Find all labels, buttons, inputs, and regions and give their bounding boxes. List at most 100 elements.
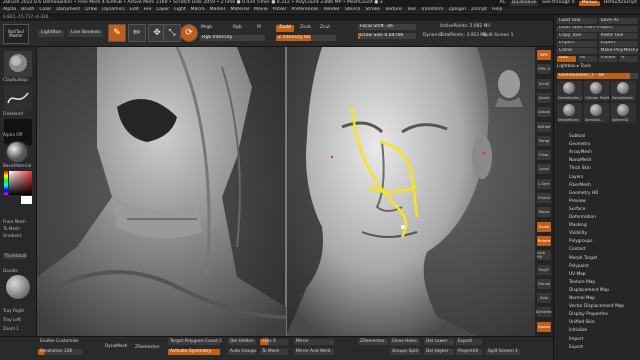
menu-light[interactable]: Light [174, 8, 185, 13]
subpalette-display-properties[interactable]: Display Properties [569, 312, 608, 317]
subpalette-displacement-map[interactable]: Displacement Map [569, 288, 609, 293]
zsub-toggle[interactable]: Zsub [300, 25, 311, 30]
shelf-actual-button[interactable]: Actual [537, 107, 551, 118]
tray-right-button[interactable]: Tray Right [3, 308, 24, 313]
tray-clone-button[interactable]: Clone [557, 48, 597, 54]
zadd-toggle[interactable]: Zadd [276, 25, 294, 32]
menu-alpha[interactable]: Alpha [3, 8, 16, 13]
subpalette-contact[interactable]: Contact [569, 248, 586, 253]
menu-document[interactable]: Document [56, 8, 80, 13]
material-selector[interactable] [4, 141, 30, 163]
tray-left-button[interactable]: Tray Left [3, 317, 21, 322]
zcut-toggle[interactable]: Zcut [320, 25, 330, 30]
zremesher-small-button[interactable]: ZRemesher [358, 339, 388, 345]
menu-stroke[interactable]: Stroke [365, 8, 380, 13]
tray-tool-thumbnail[interactable]: Cylinder PolyMesh [584, 81, 609, 101]
groups-split-button[interactable]: Groups Split [390, 349, 420, 355]
project-all-button[interactable]: ProjectAll [456, 349, 482, 355]
menu-dynamics[interactable]: Dynamics [102, 8, 125, 13]
subpalette-import[interactable]: Import [569, 337, 583, 342]
zoom-button[interactable]: Zoom 1 [3, 326, 19, 331]
menu-preferences[interactable]: Preferences [291, 8, 318, 13]
del-lower-button[interactable]: Del Lower [424, 339, 454, 345]
tray-goz-button[interactable]: GoZ [557, 55, 576, 62]
shelf-xpose-button[interactable]: Xpose [537, 321, 551, 332]
rgb-intensity-slider[interactable]: Rgb Intensity [200, 35, 265, 41]
quicksave-button[interactable]: QuickSave [509, 1, 539, 6]
lightbox-button[interactable]: LightBox [38, 30, 65, 37]
tray-import-button[interactable]: Import [557, 40, 597, 47]
menu-stencil[interactable]: Stencil [345, 8, 361, 13]
scale-button[interactable]: ⤡ [163, 24, 181, 42]
subpalette-fibermesh[interactable]: FiberMesh [569, 183, 591, 188]
subpalette-vector-displacement-map[interactable]: Vector Displacement Map [569, 304, 624, 309]
mrgb-toggle[interactable]: Mrgb [201, 25, 212, 30]
split-screen-slider[interactable]: Split Screen 1 [483, 33, 513, 38]
from-mesh-label[interactable]: From Mesh [3, 219, 26, 224]
menu-marker[interactable]: Marker [210, 8, 226, 13]
focal-shift-slider[interactable]: Focal Shift -36 [358, 24, 416, 30]
menu-texture[interactable]: Texture [385, 8, 402, 13]
shelf-persp-button[interactable]: Persp [537, 135, 551, 146]
zremesher-button[interactable]: ZRemesher [133, 345, 162, 351]
menu-help[interactable]: Help [492, 8, 502, 13]
split-screen-bottom-slider[interactable]: Split Screen 1 [486, 349, 520, 355]
subpalette-normal-map[interactable]: Normal Map [569, 296, 595, 301]
shelf-spix-3-button[interactable]: SPix 3 [537, 64, 551, 75]
close-holes-button[interactable]: Close Holes [390, 339, 420, 345]
subpalette-geometry[interactable]: Geometry [569, 142, 590, 147]
subpalette-thick-skin[interactable]: Thick Skin [569, 167, 591, 172]
shelf-line-fill-button[interactable]: Line Fill [537, 250, 551, 261]
shelf-frame-button[interactable]: Frame [537, 193, 551, 203]
subpalette-nanomesh[interactable]: NanoMesh [569, 158, 592, 163]
shelf-polyf-button[interactable]: PolyF [537, 264, 551, 275]
shelf-rotate-button[interactable]: Rotate [537, 235, 551, 246]
tool-thumbnail[interactable]: BoltTool Master [3, 24, 29, 44]
subpalette-geometry-hd[interactable]: Geometry HD [569, 191, 598, 196]
menu-tool[interactable]: Tool [407, 8, 416, 13]
thumbnail-button[interactable]: Thumbnail [3, 253, 28, 260]
shelf-scale-button[interactable]: Scale [537, 221, 551, 232]
tray-tool-thumbnail[interactable]: DemoSol... [584, 103, 609, 123]
activate-symmetry-button[interactable]: Activate Symmetry [168, 349, 220, 355]
subpalette-polygroups[interactable]: Polygroups [569, 239, 593, 244]
shelf-bpr-button[interactable]: BPR [537, 50, 551, 60]
tray-visible-button[interactable]: Visible [598, 55, 618, 62]
color-picker[interactable] [4, 171, 34, 205]
menu-edit[interactable]: Edit [130, 8, 139, 13]
rotate-button[interactable]: ⟳ [180, 24, 198, 42]
tray-lightbox-tools[interactable]: Lightbox ▸ Tools [557, 64, 591, 69]
to-mesh-label[interactable]: To Mesh [3, 226, 20, 231]
subpalette-deformation[interactable]: Deformation [569, 215, 596, 220]
tray-load-tool-button[interactable]: Load Tool [557, 18, 597, 24]
menu-macro[interactable]: Macro [191, 8, 205, 13]
menu-draw[interactable]: Draw [85, 8, 97, 13]
edit-button[interactable]: ✎ [108, 24, 126, 42]
tray-tool-thumbnail[interactable]: SimpleBrush [557, 103, 582, 123]
viewport-canvas[interactable] [37, 47, 535, 336]
shelf-zoom-button[interactable]: Zoom [537, 92, 551, 103]
menu-zplugin[interactable]: Zplugin [449, 8, 466, 13]
shelf-dynamic-button[interactable]: Dynamic [536, 307, 552, 318]
subpalette-texture-map[interactable]: Texture Map [569, 280, 595, 285]
tray-tool-thumbnail[interactable]: DemoSoldier_1 [557, 81, 582, 101]
menu-zscript[interactable]: Zscript [471, 8, 487, 13]
draw-size-slider[interactable]: Draw Size 0.64706 [358, 33, 416, 39]
subpalette-export[interactable]: Export [569, 345, 583, 350]
menu-transform[interactable]: Transform [421, 8, 444, 13]
subpalette-preview[interactable]: Preview [569, 199, 586, 204]
ac-button[interactable]: AC [500, 1, 506, 6]
tray-make-polymesh3d-button[interactable]: Make PolyMesh3D [598, 48, 638, 54]
mirror-and-weld-button[interactable]: Mirror And Weld [294, 349, 334, 355]
subpalette-subtool[interactable]: Subtool [569, 134, 585, 139]
menu-render[interactable]: Render [323, 8, 339, 13]
tray-paste-tool-button[interactable]: Paste Tool [598, 33, 638, 39]
stroke-selector[interactable] [4, 85, 32, 111]
subpalette-visibility[interactable]: Visibility [569, 231, 587, 236]
shelf-transp-button[interactable]: Transp [537, 278, 551, 289]
tray-load-tools-from-project-button[interactable]: Load Tools From Project [557, 25, 638, 32]
tray-r-button[interactable]: R [619, 55, 638, 62]
subpalette-uv-map[interactable]: UV Map [569, 272, 586, 277]
tray-tool-thumbnail[interactable]: DemoSoldier [611, 81, 636, 101]
menu-layer[interactable]: Layer [156, 8, 169, 13]
